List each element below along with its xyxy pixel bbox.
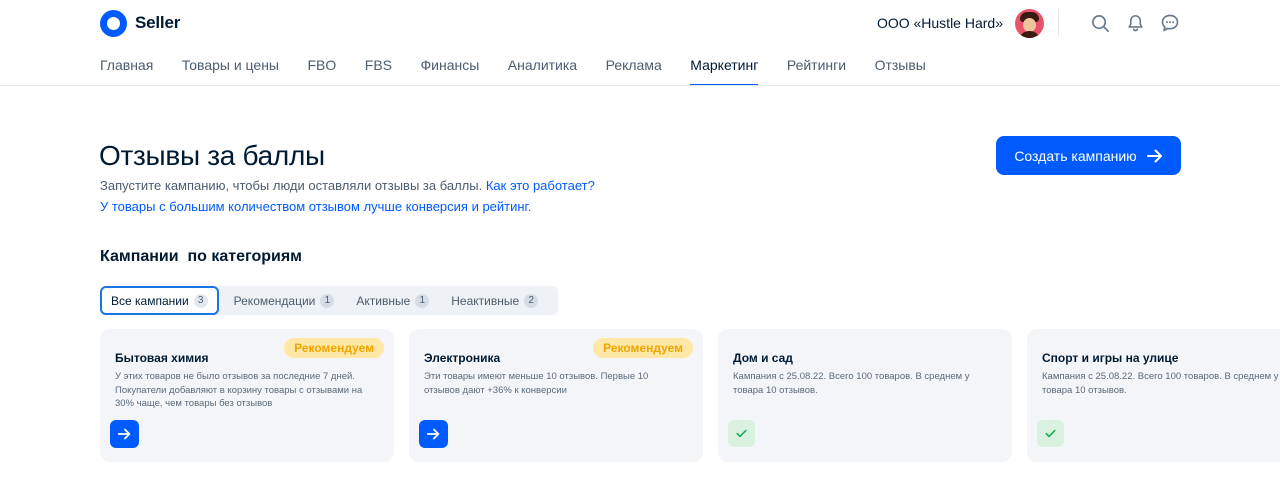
avatar[interactable] — [1015, 8, 1044, 38]
arrow-right-icon — [1146, 149, 1162, 162]
campaign-card[interactable]: Рекомендуем Бытовая химия У этих товаров… — [100, 329, 394, 462]
filter-count: 3 — [193, 293, 208, 308]
filter-label: Все кампании — [111, 293, 189, 308]
recommended-badge: Рекомендуем — [593, 338, 693, 358]
open-campaign-button[interactable] — [419, 420, 448, 448]
nav-item-marketing[interactable]: Маркетинг — [690, 50, 759, 86]
bell-icon[interactable] — [1125, 13, 1145, 33]
page-subtitle-line1: Запустите кампанию, чтобы люди оставляли… — [100, 178, 595, 193]
arrow-right-icon — [427, 428, 440, 440]
nav-item-fbo[interactable]: FBO — [308, 50, 337, 86]
card-description-text: Кампания с 25.08.22. Всего 100 товаров. … — [1042, 371, 1279, 396]
filter-all[interactable]: Все кампании 3 — [100, 286, 219, 315]
filter-recommendations[interactable]: Рекомендации 1 — [223, 286, 346, 315]
campaign-filters: Все кампании 3 Рекомендации 1 Активные 1… — [100, 286, 559, 315]
nav-divider — [0, 85, 1280, 86]
campaign-card[interactable]: Рекомендуем Электроника Эти товары имеют… — [409, 329, 703, 462]
recommended-badge: Рекомендуем — [284, 338, 384, 358]
subtitle-suffix: . — [527, 199, 532, 214]
card-description: У этих товаров не было отзывов за послед… — [115, 371, 363, 409]
card-title: Дом и сад — [733, 351, 793, 365]
subtitle-prefix: У товары с большим количеством отзывом — [100, 199, 360, 214]
logo-icon — [100, 9, 127, 37]
filter-count: 2 — [524, 293, 539, 308]
campaign-card[interactable]: Спорт и игры на улице Кампания с 25.08.2… — [1027, 329, 1280, 462]
create-campaign-button[interactable]: Создать кампанию — [996, 136, 1181, 175]
campaign-card[interactable]: Дом и сад Кампания с 25.08.22. Всего 100… — [718, 329, 1012, 462]
filter-count: 1 — [415, 293, 430, 308]
card-description: Эти товары имеют меньше 10 отзывов. Перв… — [424, 371, 649, 396]
nav-item-products[interactable]: Товары и цены — [182, 50, 279, 86]
search-icon[interactable] — [1090, 13, 1110, 33]
subtitle-text: Запустите кампанию, чтобы люди оставляли… — [100, 178, 483, 193]
page-title: Отзывы за баллы — [99, 140, 325, 171]
page-subtitle-line2: У товары с большим количеством отзывом л… — [100, 199, 531, 214]
header-divider — [1058, 9, 1059, 37]
create-campaign-label: Создать кампанию — [1014, 147, 1137, 164]
open-campaign-button[interactable] — [110, 420, 139, 448]
how-it-works-link[interactable]: Как это работает? — [486, 178, 595, 193]
check-icon — [1037, 420, 1064, 447]
nav-item-home[interactable]: Главная — [100, 50, 153, 86]
main-nav: Главная Товары и цены FBO FBS Финансы Ан… — [100, 50, 926, 86]
check-icon — [728, 420, 755, 447]
company-name[interactable]: ООО «Hustle Hard» — [877, 15, 1003, 31]
card-description: Кампания с 25.08.22. Всего 100 товаров. … — [1042, 370, 1280, 397]
filter-label: Активные — [356, 293, 411, 308]
logo[interactable]: Seller — [100, 9, 180, 37]
filter-count: 1 — [320, 293, 335, 308]
conversion-link[interactable]: лучше конверсия и рейтинг — [364, 199, 528, 214]
section-title: Кампании по категориям — [100, 248, 303, 265]
card-description: Кампания с 25.08.22. Всего 100 товаров. … — [733, 371, 970, 396]
nav-item-ratings[interactable]: Рейтинги — [787, 50, 846, 86]
nav-item-fbs[interactable]: FBS — [365, 50, 392, 86]
nav-item-ads[interactable]: Реклама — [606, 50, 662, 86]
chat-icon[interactable] — [1160, 13, 1180, 33]
filter-active[interactable]: Активные 1 — [345, 286, 440, 315]
nav-item-analytics[interactable]: Аналитика — [508, 50, 577, 86]
card-title: Спорт и игры на улице — [1042, 351, 1179, 365]
arrow-right-icon — [118, 428, 131, 440]
nav-item-finance[interactable]: Финансы — [421, 50, 480, 86]
header-actions: ООО «Hustle Hard» — [877, 8, 1180, 38]
filter-label: Неактивные — [451, 293, 520, 308]
card-title: Бытовая химия — [115, 351, 209, 365]
filter-inactive[interactable]: Неактивные 2 — [440, 286, 549, 315]
card-title: Электроника — [424, 351, 501, 365]
logo-text: Seller — [135, 13, 181, 32]
nav-item-reviews[interactable]: Отзывы — [875, 50, 926, 86]
filter-label: Рекомендации — [233, 293, 316, 308]
